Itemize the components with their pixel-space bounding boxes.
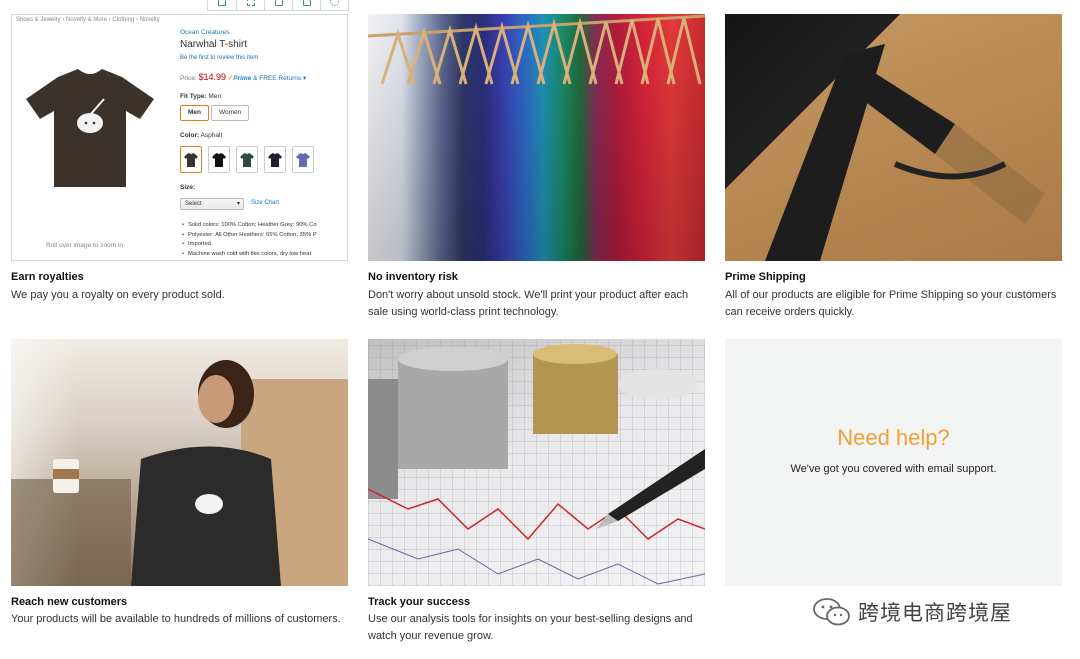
fit-option-men[interactable]: Men bbox=[180, 105, 209, 121]
coins-graphic bbox=[368, 344, 705, 585]
feature-title: No inventory risk bbox=[368, 271, 458, 283]
feature-text: Your products will be available to hundr… bbox=[11, 613, 341, 625]
save-icon[interactable] bbox=[264, 0, 292, 10]
feature-text: All of our products are eligible for Pri… bbox=[725, 289, 1057, 318]
help-panel: Need help? We've got you covered with em… bbox=[725, 339, 1062, 586]
help-text: We've got you covered with email support… bbox=[790, 463, 997, 475]
wechat-icon bbox=[813, 598, 850, 626]
watermark: 跨境电商跨境屋 bbox=[812, 596, 1012, 628]
settings-icon[interactable] bbox=[320, 0, 348, 10]
watermark-text: 跨境电商跨境屋 bbox=[858, 601, 1012, 625]
size-label: Size: bbox=[180, 184, 196, 191]
feature-title: Track your success bbox=[368, 596, 471, 608]
coins-and-chart-photo bbox=[368, 339, 705, 586]
breadcrumb-bar: Shoes & Jewelry › Novelty & More › Cloth… bbox=[12, 15, 347, 27]
color-swatch-green[interactable] bbox=[236, 146, 258, 173]
prime-box-photo bbox=[725, 14, 1062, 261]
tshirts-on-rack-photo bbox=[368, 14, 705, 261]
color-value: Asphalt bbox=[200, 132, 223, 139]
color-label: Color: bbox=[180, 132, 200, 139]
fit-type-label: Fit Type: bbox=[180, 93, 207, 100]
feature-text: Use our analysis tools for insights on y… bbox=[368, 613, 693, 642]
share-icon[interactable] bbox=[292, 0, 320, 10]
feature-title: Earn royalties bbox=[11, 271, 84, 283]
price-line: Price: $14.99 ✓Prime & FREE Returns ▾ bbox=[180, 72, 306, 82]
zoom-hint: Roll over image to zoom in bbox=[46, 242, 123, 249]
save-icon[interactable] bbox=[208, 0, 236, 10]
list-item: Machine wash cold with like colors, dry … bbox=[182, 250, 317, 260]
customer-wearing-tshirt-photo bbox=[11, 339, 348, 586]
color-swatch-royal[interactable] bbox=[292, 146, 314, 173]
tshirt-icon bbox=[240, 152, 254, 167]
feature-text: We pay you a royalty on every product so… bbox=[11, 289, 225, 301]
free-returns-chevron-icon[interactable]: ▾ bbox=[303, 75, 306, 82]
tshirt-icon bbox=[268, 152, 282, 167]
fit-type-row: Fit Type: Men bbox=[180, 93, 221, 100]
color-swatch-asphalt[interactable] bbox=[180, 146, 202, 173]
prime-badge: Prime bbox=[233, 75, 252, 82]
size-chart-link[interactable]: Size Chart bbox=[251, 200, 279, 206]
image-toolbar bbox=[207, 0, 349, 11]
product-title: Narwhal T-shirt bbox=[180, 39, 248, 50]
expand-icon[interactable] bbox=[236, 0, 264, 10]
color-swatch-navy[interactable] bbox=[264, 146, 286, 173]
tshirt-image bbox=[26, 69, 154, 187]
help-heading: Need help? bbox=[837, 425, 950, 450]
feature-text: Don't worry about unsold stock. We'll pr… bbox=[368, 289, 689, 318]
feature-title: Prime Shipping bbox=[725, 271, 806, 283]
color-row: Color: Asphalt bbox=[180, 132, 222, 139]
prime-tape-graphic bbox=[765, 44, 1045, 261]
tshirt-icon bbox=[184, 152, 198, 167]
list-item: Solid colors: 100% Cotton; Heather Grey:… bbox=[182, 221, 317, 231]
tshirt-icon bbox=[296, 152, 310, 167]
tshirt-icon bbox=[212, 152, 226, 167]
brand-link[interactable]: Ocean Creatures bbox=[180, 29, 230, 36]
woman-figure bbox=[11, 360, 348, 586]
fit-type-value: Men bbox=[208, 93, 222, 100]
price: $14.99 bbox=[198, 72, 226, 82]
free-returns-link[interactable]: & FREE Returns bbox=[253, 75, 301, 82]
review-link[interactable]: Be the first to review this item bbox=[180, 55, 258, 61]
size-select[interactable]: Select bbox=[180, 198, 244, 210]
size-row: Size: bbox=[180, 184, 195, 191]
breadcrumb: Shoes & Jewelry › Novelty & More › Cloth… bbox=[16, 17, 160, 23]
list-item: Imported bbox=[182, 240, 317, 250]
product-detail-screenshot: Shoes & Jewelry › Novelty & More › Cloth… bbox=[11, 14, 348, 261]
list-item: Polyester; All Other Heathers: 65% Cotto… bbox=[182, 231, 317, 241]
feature-title: Reach new customers bbox=[11, 596, 128, 608]
hanger-rail-graphic bbox=[368, 14, 705, 85]
fit-option-women[interactable]: Women bbox=[211, 105, 250, 121]
price-label: Price: bbox=[180, 75, 197, 82]
product-bullets: Solid colors: 100% Cotton; Heather Grey:… bbox=[182, 221, 317, 259]
color-swatch-black[interactable] bbox=[208, 146, 230, 173]
